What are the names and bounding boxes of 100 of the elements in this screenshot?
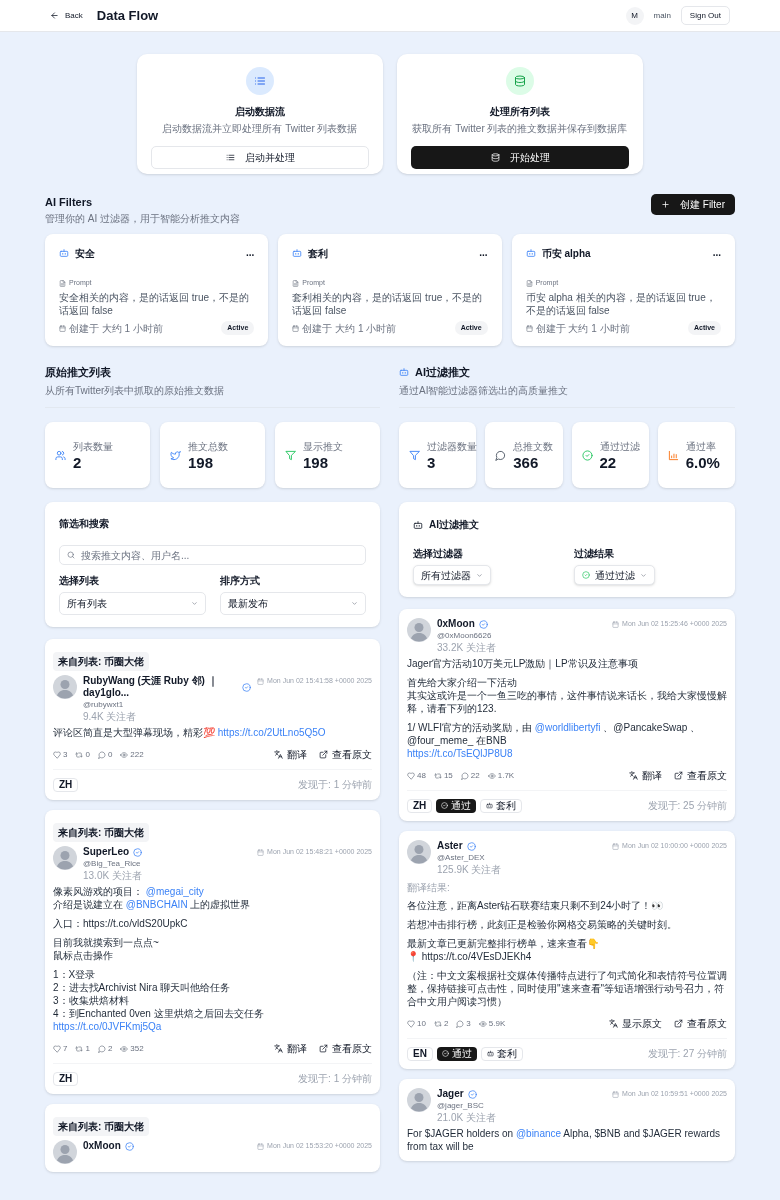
translate-button[interactable]: 翻译 (629, 768, 662, 783)
view-original-button[interactable]: 查看原文 (319, 747, 372, 762)
filter-prompt: 套利相关的内容，是的话返回 true，不是的话返回 false (292, 290, 484, 317)
like-count: 7 (63, 1042, 68, 1055)
list-icon (254, 75, 266, 87)
translate-icon (629, 771, 638, 780)
bot-icon (59, 248, 69, 258)
field-label: 过滤结果 (574, 547, 615, 561)
repost-icon (433, 771, 442, 780)
tweet-link[interactable]: https://t.co/2UtLno5Q5O (217, 727, 326, 738)
author-name: Jager (437, 1088, 464, 1100)
more-button[interactable]: ... (712, 248, 721, 258)
calendar-icon (257, 1142, 265, 1150)
back-button[interactable]: Back (50, 9, 83, 22)
tweet-text: 2：进去找Archivist Nira 聊天叫他给任务 (53, 981, 232, 994)
repost-icon (75, 750, 84, 759)
tweet-text: （注：中文文案根据社交媒体传播特点进行了句式简化和表情符号位置调整，保持链接可点击性，同时使用"速来查看"等短语增强行动号召力，符合中文用户阅读习惯） (407, 969, 727, 1008)
tweet-text: 1/ WLFI官方的活动奖励，由 @worldlibertyfi 、@PancakeSwap 、@four_meme_ 在BNB (407, 721, 702, 747)
tweet-link[interactable]: @binance (515, 1128, 562, 1139)
translate-button[interactable]: 翻译 (274, 747, 307, 762)
heart-icon (53, 1044, 61, 1053)
search-icon (67, 551, 75, 559)
bar-chart-icon (667, 449, 679, 461)
stat-value: 6.0% (685, 454, 720, 471)
tweet-link[interactable]: @worldlibertyfi (534, 722, 601, 733)
view-original-button[interactable]: 查看原文 (674, 1016, 727, 1031)
filter-prompt: 安全相关的内容，是的话返回 true，不是的话返回 false (59, 290, 250, 317)
filter-icon (409, 449, 420, 461)
stat-value: 198 (188, 454, 215, 471)
view-original-button[interactable]: 查看原文 (674, 768, 727, 783)
stat-value: 366 (513, 454, 540, 471)
search-input[interactable]: 搜索推文内容、用户名... (81, 546, 358, 564)
sort-select[interactable]: 最新发布 (219, 592, 366, 615)
translate-button[interactable]: 翻译 (274, 1041, 307, 1056)
sign-out-button[interactable]: Sign Out (680, 6, 730, 25)
author-handle: @jager_BSC (437, 1100, 485, 1112)
search-box[interactable]: 搜索推文内容、用户名... (59, 545, 366, 565)
author-handle: @Aster_DEX (437, 852, 486, 864)
process-button[interactable]: 开始处理 (411, 146, 629, 169)
card-title: 启动数据流 (235, 105, 285, 119)
repost-count: 0 (85, 748, 90, 761)
tweet-link[interactable]: https://t.co/0JVFKmj5Qa (53, 1021, 162, 1032)
follower-count: 21.0K 关注者 (437, 1112, 497, 1123)
tweet-text: 其实这或许是一个一鱼三吃的事情，这件事情说来话长，我给大家慢慢解释，请看下列的123. (407, 689, 727, 715)
avatar (407, 618, 431, 642)
author-name: SuperLeo (83, 846, 130, 858)
more-button[interactable]: ... (246, 248, 255, 258)
avatar (407, 1088, 431, 1112)
result-select[interactable]: 通过过滤 (574, 565, 655, 585)
follower-count: 125.9K 关注者 (437, 864, 503, 875)
calendar-icon (257, 677, 265, 685)
create-filter-button[interactable]: 创建 Filter (651, 194, 735, 215)
passed-tag: 通过 (436, 1046, 477, 1061)
translate-icon (274, 750, 283, 759)
tweet-link[interactable]: https://t.co/TsEQlJP8U8 (407, 748, 513, 759)
section-title: AI Filters (45, 195, 94, 210)
avatar (53, 675, 77, 699)
document-icon (292, 279, 300, 287)
calendar-icon (612, 1090, 620, 1098)
card-title: 处理所有列表 (490, 105, 550, 119)
check-circle-icon (582, 571, 590, 579)
tweet-link[interactable]: @megai_city (145, 886, 204, 897)
section-title: AI过滤推文 (415, 364, 470, 380)
card-description: 获取所有 Twitter 列表的推文数据并保存到数据库 (412, 122, 628, 136)
reply-count: 2 (107, 1042, 113, 1055)
view-count: 222 (130, 748, 144, 761)
found-time: 发现于: 1 分钟前 (298, 1072, 372, 1086)
card-description: 启动数据流并立即处理所有 Twitter 列表数据 (162, 122, 358, 136)
repost-count: 2 (443, 1017, 449, 1030)
view-original-button[interactable]: 查看原文 (319, 1041, 372, 1056)
comment-icon (97, 1044, 106, 1053)
tweet-text: 鼠标点击操作 (53, 949, 114, 962)
heart-icon (407, 771, 415, 780)
bot-icon (413, 519, 423, 530)
filter-select[interactable]: 所有过滤器 (413, 565, 491, 585)
database-icon (514, 75, 526, 87)
like-count: 48 (417, 769, 426, 782)
like-count: 3 (63, 748, 68, 761)
list-select[interactable]: 所有列表 (59, 592, 206, 615)
tweet-text: For $JAGER holders on @binance Alpha, $BNB and $JAGER rewards from tax will be (407, 1127, 722, 1153)
language-tag: ZH (407, 798, 433, 813)
tweet-text: 3：收集烘焙材料 (53, 994, 130, 1007)
passed-tag: 通过 (436, 798, 477, 813)
more-button[interactable]: ... (479, 248, 488, 258)
tweet-text: 首先给大家介绍一下活动 (407, 676, 518, 689)
follower-count: 33.2K 关注者 (437, 642, 497, 653)
follower-count: 13.0K 关注者 (83, 870, 143, 881)
tweet-text: 最新文章已更新完整排行榜单，速来查看👇 (407, 937, 600, 950)
filter-name: 币安 alpha (541, 246, 591, 261)
eye-icon (478, 1019, 487, 1028)
tweet-text: 若想冲击排行榜，此刻正是检验你网格交易策略的关键时刻。 (407, 918, 678, 931)
process-button[interactable]: 启动并处理 (151, 146, 369, 169)
translate-button[interactable]: 显示原文 (609, 1016, 662, 1031)
section-subtitle: 管理你的 AI 过滤器，用于智能分析推文内容 (45, 211, 240, 226)
tweet-text: 入口：https://t.co/vldS20UpkC (53, 917, 189, 930)
tweet-text: 像素风游戏的项目： @megai_city (53, 885, 205, 898)
tweet-text: 4：到Enchanted 0ven 这里烘焙之后回去交任务 https://t.co/0JVFKmj5Qa (53, 1007, 265, 1033)
source-badge: 来自列表: 币圈大佬 (53, 823, 150, 842)
tweet-link[interactable]: @BNBCHAIN (125, 899, 188, 910)
verified-check-icon (467, 1089, 477, 1099)
